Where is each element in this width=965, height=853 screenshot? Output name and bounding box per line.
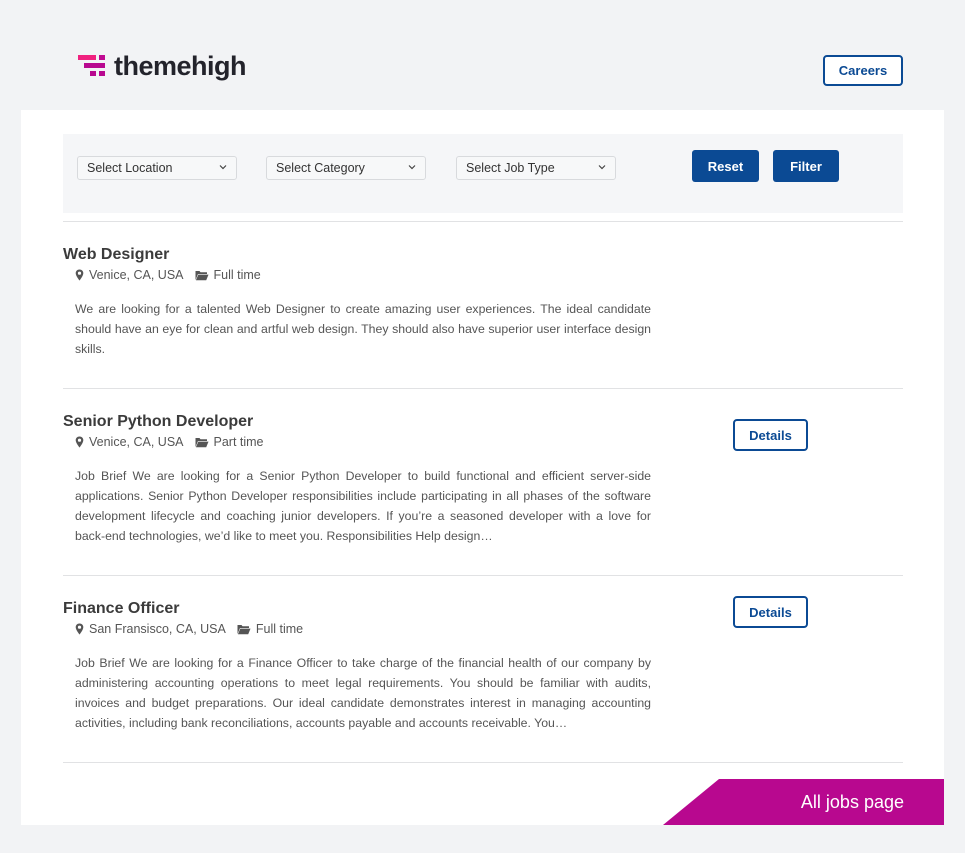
job-type-select[interactable]: Select Job Type — [456, 156, 616, 180]
job-description: Job Brief We are looking for a Finance O… — [75, 656, 651, 730]
job-meta: Venice, CA, USA Part time — [75, 434, 903, 450]
page-label-banner: All jobs page — [663, 779, 944, 825]
job-listing: Senior Python Developer Venice, CA, USA … — [63, 412, 903, 628]
category-select[interactable]: Select Category — [266, 156, 426, 180]
location-select[interactable]: Select Location — [77, 156, 237, 180]
job-title[interactable]: Web Designer — [63, 245, 169, 265]
chevron-down-icon — [219, 165, 227, 170]
job-type-select-value: Select Job Type — [466, 161, 555, 175]
divider — [63, 388, 903, 389]
folder-open-icon — [237, 624, 251, 634]
job-type: Full time — [255, 622, 304, 636]
job-description: We are looking for a talented Web Design… — [75, 302, 651, 356]
site-header: themehigh Careers — [0, 0, 965, 110]
map-marker-icon — [75, 269, 84, 281]
map-marker-icon — [75, 623, 84, 635]
filter-bar: Select Location Select Category Select J… — [63, 134, 903, 213]
careers-button[interactable]: Careers — [823, 55, 903, 86]
chevron-down-icon — [408, 165, 416, 170]
divider — [63, 575, 903, 576]
logo[interactable]: themehigh — [78, 51, 247, 81]
job-description: Job Brief We are looking for a Senior Py… — [75, 469, 651, 543]
job-title[interactable]: Senior Python Developer — [63, 412, 253, 432]
job-meta: Venice, CA, USA Full time — [75, 267, 903, 283]
banner-label: All jobs page — [800, 792, 904, 812]
reset-button[interactable]: Reset — [692, 150, 759, 182]
logo-mark-icon — [78, 55, 106, 77]
job-type: Full time — [213, 268, 261, 282]
filter-button[interactable]: Filter — [773, 150, 839, 182]
location-select-value: Select Location — [87, 161, 173, 175]
folder-open-icon — [195, 437, 208, 447]
job-location: Venice, CA, USA — [89, 268, 184, 282]
job-location: Venice, CA, USA — [89, 435, 184, 449]
divider — [63, 762, 903, 763]
category-select-value: Select Category — [276, 161, 365, 175]
job-meta: San Fransisco, CA, USA Full time — [75, 621, 903, 637]
folder-open-icon — [195, 270, 208, 280]
chevron-down-icon — [598, 165, 606, 170]
divider — [63, 221, 903, 222]
jobs-card: Select Location Select Category Select J… — [21, 110, 944, 825]
map-marker-icon — [75, 436, 84, 448]
logo-text: themehigh — [114, 51, 247, 81]
job-listing: Finance Officer San Fransisco, CA, USA F… — [63, 599, 903, 815]
job-title[interactable]: Finance Officer — [63, 599, 179, 619]
job-type: Part time — [213, 435, 264, 449]
job-location: San Fransisco, CA, USA — [89, 622, 226, 636]
job-listing: Web Designer Venice, CA, USA Full time W… — [63, 245, 903, 451]
